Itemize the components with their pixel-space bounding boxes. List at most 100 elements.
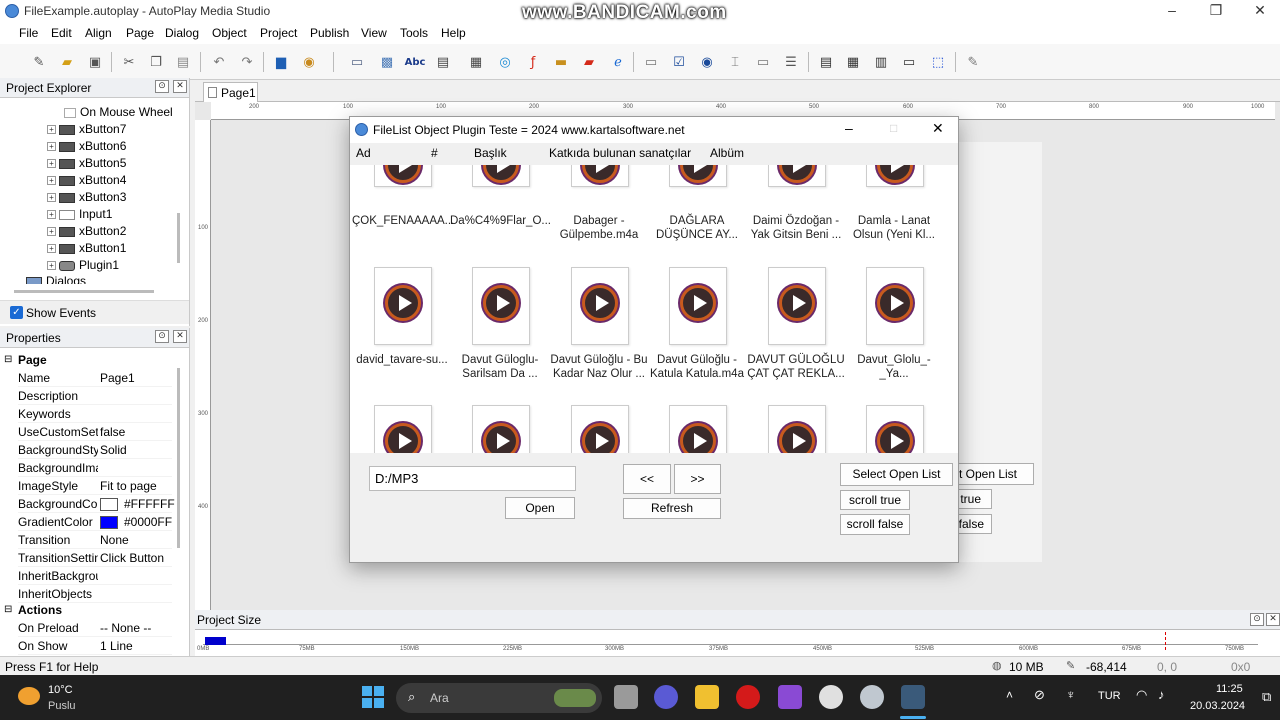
file-item[interactable]: Davut Güloglu- Sarilsam Da ... (450, 265, 550, 395)
pin-icon[interactable]: ⊙ (155, 330, 169, 343)
file-item[interactable]: DAVUT GÜLOĞLU ÇAT ÇAT REKLA... (746, 265, 846, 395)
textbox-object-icon[interactable]: ⌶ (724, 51, 746, 73)
tree-item-xbutton2[interactable]: + xButton2 (47, 224, 126, 238)
panel-close-icon[interactable]: ✕ (173, 80, 187, 93)
radio-object-icon[interactable]: ◉ (696, 51, 718, 73)
menu-object[interactable]: Object (212, 26, 247, 40)
prop-row-onpreload[interactable]: On Preload -- None -- (18, 619, 172, 637)
column-header-artists[interactable]: Katkıda bulunan sanatçılar (549, 146, 691, 160)
tree-item-plugin1[interactable]: + Plugin1 (47, 258, 119, 272)
quicktime-object-icon[interactable]: ◎ (494, 51, 516, 73)
image-object-icon[interactable]: ▩ (376, 51, 398, 73)
file-item[interactable]: Da%C4%9Flar_O... (450, 165, 551, 277)
label-object-icon[interactable]: Abc (404, 51, 426, 73)
prop-row-bgcolor[interactable]: BackgroundCol #FFFFFF (18, 495, 175, 513)
tree-item-xbutton4[interactable]: + xButton4 (47, 173, 126, 187)
language-indicator[interactable]: TUR (1098, 690, 1121, 702)
collapse-icon[interactable]: ⊟ (4, 354, 12, 365)
slideshow-object-icon[interactable]: ▬ (550, 51, 572, 73)
refresh-button[interactable]: Refresh (623, 498, 721, 519)
column-header-name[interactable]: Ad (356, 146, 371, 160)
tree-item-xbutton3[interactable]: + xButton3 (47, 190, 126, 204)
menu-dialog[interactable]: Dialog (165, 26, 199, 40)
prop-row-keywords[interactable]: Keywords (18, 405, 172, 423)
menu-publish[interactable]: Publish (310, 26, 349, 40)
menu-edit[interactable]: Edit (51, 26, 72, 40)
prop-row-imagestyle[interactable]: ImageStyle Fit to page (18, 477, 172, 495)
file-item[interactable] (352, 403, 452, 453)
tree-item-xbutton1[interactable]: + xButton1 (47, 241, 126, 255)
path-input[interactable]: D:/MP3 (369, 466, 576, 491)
start-button[interactable] (362, 686, 384, 708)
button-object-icon[interactable]: ▭ (346, 51, 368, 73)
properties-scrollbar[interactable] (177, 368, 180, 548)
tree-item-dialogs[interactable]: Dialogs (26, 274, 86, 284)
visual-studio-icon[interactable] (778, 685, 802, 709)
scroll-false-button[interactable]: scroll false (840, 514, 910, 535)
xbutton-object-icon[interactable]: ▭ (898, 51, 920, 73)
scroll-true-button[interactable]: scroll true (840, 490, 910, 510)
prop-row-name[interactable]: Name Page1 (18, 369, 172, 387)
paragraph-object-icon[interactable]: ▤ (432, 51, 454, 73)
next-page-button[interactable]: >> (674, 464, 721, 494)
file-item[interactable]: david_tavare-su... (352, 265, 452, 395)
file-item[interactable]: Daimi Özdoğan - Yak Gitsin Beni ... (746, 165, 846, 277)
maximize-button[interactable]: ❐ (1196, 0, 1236, 22)
explorer-hscrollbar[interactable] (14, 290, 154, 293)
progress-object-icon[interactable]: ▥ (870, 51, 892, 73)
menu-view[interactable]: View (361, 26, 387, 40)
wifi-icon[interactable]: ◠ (1136, 687, 1147, 703)
tree-object-icon[interactable]: ▤ (815, 51, 837, 73)
media-player-icon[interactable] (819, 685, 843, 709)
redo-icon[interactable]: ↷ (236, 51, 258, 73)
pdf-object-icon[interactable]: ▰ (578, 51, 600, 73)
menu-help[interactable]: Help (441, 26, 466, 40)
volume-icon[interactable]: ♪ (1158, 687, 1165, 702)
tree-item-input1[interactable]: + Input1 (47, 207, 112, 221)
prop-row-gradient[interactable]: GradientColor #0000FF (18, 513, 172, 531)
plugin-object-icon[interactable]: ⬚ (927, 51, 949, 73)
file-item[interactable]: Davut Güloğlu - Katula Katula.m4a (647, 265, 747, 395)
menu-tools[interactable]: Tools (400, 26, 428, 40)
flash-object-icon[interactable]: ƒ (522, 51, 544, 73)
prop-row-bgimage[interactable]: BackgroundIma (18, 459, 172, 477)
chevron-up-icon[interactable]: ˄ (1006, 688, 1013, 702)
open-button[interactable]: Open (505, 497, 575, 519)
dialog-close-button[interactable]: ✕ (932, 120, 944, 137)
autoplay-active-icon[interactable] (901, 685, 925, 709)
file-item[interactable] (746, 403, 846, 453)
prev-page-button[interactable]: << (623, 464, 671, 494)
network-off-icon[interactable]: ⊘ (1034, 687, 1045, 703)
clock-time[interactable]: 11:25 (1216, 683, 1243, 695)
column-header-album[interactable]: Albüm (710, 146, 744, 160)
explorer-vscrollbar[interactable] (177, 213, 180, 263)
preview-icon[interactable]: ▆ (270, 51, 292, 73)
prop-row-inheritbg[interactable]: InheritBackgrou (18, 567, 172, 585)
collapse-icon[interactable]: ⊟ (4, 604, 12, 615)
panel-close-icon[interactable]: ✕ (1266, 613, 1280, 626)
microphone-icon[interactable]: ♆ (1066, 687, 1076, 702)
task-view-icon[interactable] (614, 685, 638, 709)
prop-row-onshow[interactable]: On Show 1 Line (18, 637, 172, 655)
pin-icon[interactable]: ⊙ (1250, 613, 1264, 626)
save-icon[interactable]: ▣ (84, 51, 106, 73)
clock-date[interactable]: 20.03.2024 (1190, 700, 1245, 712)
weather-desc[interactable]: Puslu (48, 700, 76, 712)
notification-icon[interactable]: ⧉ (1262, 689, 1271, 705)
show-events-checkbox[interactable]: ✓ (10, 306, 23, 319)
input-object-icon[interactable]: ▭ (640, 51, 662, 73)
checkbox-object-icon[interactable]: ☑ (668, 51, 690, 73)
tab-page1[interactable]: Page1 (203, 82, 258, 102)
menu-project[interactable]: Project (260, 26, 297, 40)
tree-item-xbutton6[interactable]: + xButton6 (47, 139, 126, 153)
prop-row-transitionsettings[interactable]: TransitionSettin Click Button (18, 549, 172, 567)
wand-icon[interactable]: ✎ (28, 51, 50, 73)
menu-page[interactable]: Page (126, 26, 154, 40)
column-header-title[interactable]: Başlık (474, 146, 507, 160)
column-header-number[interactable]: # (431, 146, 438, 160)
paste-icon[interactable]: ▤ (172, 51, 194, 73)
menu-align[interactable]: Align (85, 26, 112, 40)
prop-row-transition[interactable]: Transition None (18, 531, 172, 549)
pencil-icon[interactable]: ✎ (962, 51, 984, 73)
prop-row-usecustom[interactable]: UseCustomSett false (18, 423, 172, 441)
